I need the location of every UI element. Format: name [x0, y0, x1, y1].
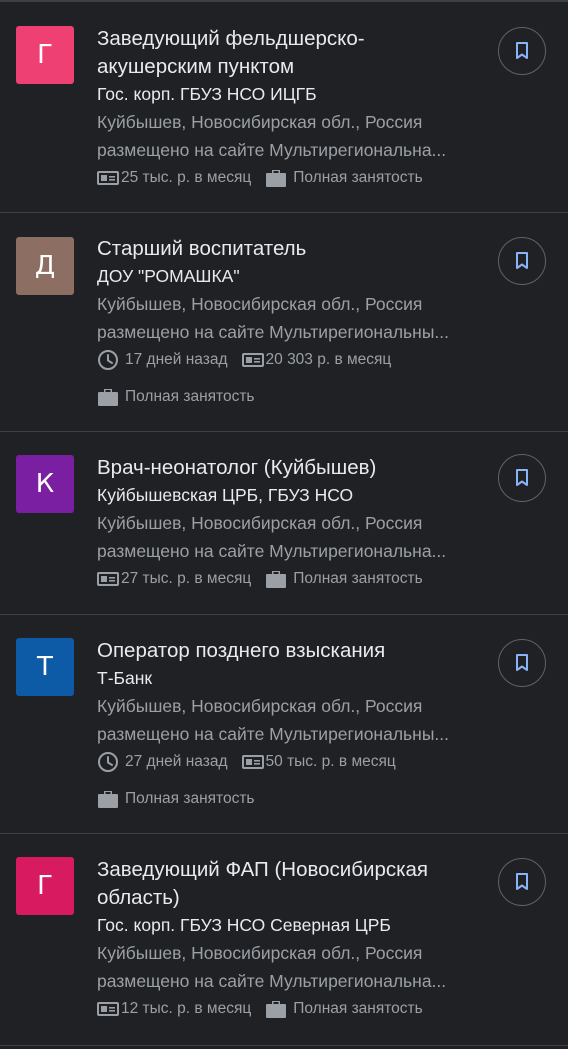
- employment-text: Полная занятость: [125, 790, 255, 807]
- job-source: размещено на сайте Мультирегиональны...: [97, 724, 449, 744]
- company-avatar: К: [16, 455, 74, 513]
- company-avatar: Г: [16, 26, 74, 84]
- salary: 50 тыс. р. в месяц: [241, 753, 396, 771]
- job-title[interactable]: Оператор позднего взыскания: [97, 637, 496, 665]
- job-card-1[interactable]: Г Заведующий фельдшерско-акушерским пунк…: [0, 2, 568, 213]
- company-name: Т-Банк: [97, 668, 153, 688]
- employment-text: Полная занятость: [293, 570, 423, 587]
- save-job-button[interactable]: [498, 237, 546, 285]
- job-card-3[interactable]: К Врач-неонатолог (Куйбышев) Куйбышевска…: [0, 432, 568, 615]
- employment-type: Полная занятость: [265, 569, 423, 589]
- job-card-2[interactable]: Д Старший воспитатель ДОУ "РОМАШКА" Куйб…: [0, 213, 568, 432]
- job-source: размещено на сайте Мультирегиональна...: [97, 140, 447, 160]
- employment-type: Полная занятость: [97, 387, 255, 407]
- job-location: Куйбышев, Новосибирская обл., Россия: [97, 943, 423, 963]
- salary: 25 тыс. р. в месяц: [97, 169, 251, 187]
- cash-icon: [97, 1002, 119, 1016]
- company-name: Гос. корп. ГБУЗ НСО ИЦГБ: [97, 84, 317, 104]
- job-location: Куйбышев, Новосибирская обл., Россия: [97, 696, 423, 716]
- job-title[interactable]: Врач-неонатолог (Куйбышев): [97, 454, 496, 482]
- employment-type: Полная занятость: [97, 789, 255, 809]
- posted-date: 17 дней назад: [97, 349, 228, 371]
- briefcase-icon: [266, 571, 287, 588]
- job-title[interactable]: Заведующий фельдшерско-акушерским пункто…: [97, 25, 427, 81]
- save-job-button[interactable]: [498, 27, 546, 75]
- salary-text: 50 тыс. р. в месяц: [265, 753, 396, 770]
- company-avatar: Т: [16, 638, 74, 696]
- save-job-button[interactable]: [498, 454, 546, 502]
- salary: 27 тыс. р. в месяц: [97, 570, 251, 588]
- job-location: Куйбышев, Новосибирская обл., Россия: [97, 294, 423, 314]
- employment-text: Полная занятость: [293, 169, 423, 186]
- company-avatar: Г: [16, 857, 74, 915]
- posted-text: 27 дней назад: [125, 753, 228, 770]
- job-title[interactable]: Заведующий ФАП (Новосибирская область): [97, 856, 477, 912]
- briefcase-icon: [98, 791, 118, 808]
- save-job-button[interactable]: [498, 858, 546, 906]
- cash-icon: [97, 171, 119, 185]
- employment-text: Полная занятость: [125, 388, 255, 405]
- cash-icon: [97, 572, 119, 586]
- clock-icon: [98, 752, 118, 772]
- company-avatar: Д: [16, 237, 74, 295]
- job-location: Куйбышев, Новосибирская обл., Россия: [97, 513, 423, 533]
- cash-icon: [241, 353, 264, 367]
- salary-text: 20 303 р. в месяц: [265, 351, 392, 368]
- bookmark-icon: [516, 252, 528, 269]
- briefcase-icon: [98, 389, 118, 406]
- salary-text: 25 тыс. р. в месяц: [121, 169, 252, 186]
- clock-icon: [98, 350, 118, 370]
- job-source: размещено на сайте Мультирегиональна...: [97, 541, 447, 561]
- salary: 20 303 р. в месяц: [241, 351, 392, 369]
- save-job-button[interactable]: [498, 639, 546, 687]
- job-source: размещено на сайте Мультирегиональны...: [97, 322, 449, 342]
- employment-text: Полная занятость: [293, 1000, 423, 1017]
- job-card-5[interactable]: Г Заведующий ФАП (Новосибирская область)…: [0, 834, 568, 1046]
- cash-icon: [241, 755, 264, 769]
- posted-date: 27 дней назад: [97, 751, 228, 773]
- job-location: Куйбышев, Новосибирская обл., Россия: [97, 112, 423, 132]
- briefcase-icon: [266, 170, 287, 187]
- job-title[interactable]: Старший воспитатель: [97, 235, 496, 263]
- company-name: ДОУ "РОМАШКА": [97, 266, 240, 286]
- company-name: Гос. корп. ГБУЗ НСО Северная ЦРБ: [97, 915, 391, 935]
- bookmark-icon: [516, 873, 528, 890]
- bookmark-icon: [516, 42, 528, 59]
- bookmark-icon: [516, 469, 528, 486]
- salary-text: 12 тыс. р. в месяц: [121, 1000, 252, 1017]
- salary-text: 27 тыс. р. в месяц: [121, 570, 252, 587]
- bookmark-icon: [516, 654, 528, 671]
- company-name: Куйбышевская ЦРБ, ГБУЗ НСО: [97, 485, 354, 505]
- posted-text: 17 дней назад: [125, 351, 228, 368]
- briefcase-icon: [266, 1001, 287, 1018]
- employment-type: Полная занятость: [265, 999, 423, 1019]
- job-source: размещено на сайте Мультирегиональна...: [97, 971, 447, 991]
- salary: 12 тыс. р. в месяц: [97, 1000, 251, 1018]
- employment-type: Полная занятость: [265, 168, 423, 188]
- job-card-4[interactable]: Т Оператор позднего взыскания Т-Банк Куй…: [0, 615, 568, 834]
